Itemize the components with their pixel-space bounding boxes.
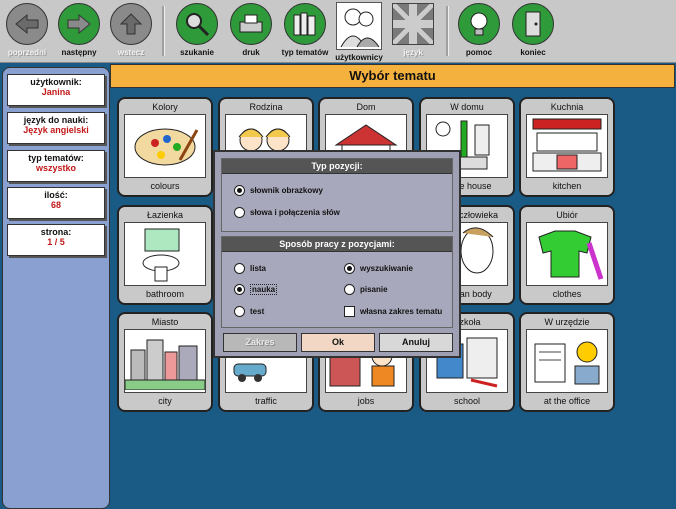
option-words[interactable]: słowa i połączenia słów bbox=[234, 207, 340, 218]
option-writing[interactable]: pisanie bbox=[344, 284, 388, 295]
radio-icon bbox=[234, 284, 245, 295]
arrow-up-icon bbox=[110, 3, 152, 45]
radio-icon bbox=[344, 284, 355, 295]
city-picture bbox=[124, 329, 206, 393]
range-button[interactable]: Zakres bbox=[223, 333, 297, 352]
count-info: ilość: 68 bbox=[7, 187, 105, 219]
page-info: strona: 1 / 5 bbox=[7, 224, 105, 256]
radio-icon bbox=[344, 263, 355, 274]
sidebar: użytkownik: Janina język do nauki: Język… bbox=[0, 63, 110, 509]
option-own-range[interactable]: własna zakres tematu bbox=[344, 306, 442, 317]
option-learn[interactable]: nauka bbox=[234, 284, 278, 295]
cancel-button[interactable]: Anuluj bbox=[379, 333, 453, 352]
prev-button[interactable]: poprzedni bbox=[2, 2, 52, 60]
flag-icon bbox=[391, 2, 435, 46]
radio-icon bbox=[234, 263, 245, 274]
topic-tile-colours[interactable]: Kolory colours bbox=[117, 97, 213, 197]
users-button[interactable]: użytkownicy bbox=[334, 2, 384, 62]
books-icon bbox=[284, 3, 326, 45]
office-picture bbox=[526, 329, 608, 393]
topic-type-info: typ tematów: wszystko bbox=[7, 150, 105, 182]
item-type-section: Typ pozycji: słownik obrazkowy słowa i p… bbox=[221, 158, 453, 232]
language-info: język do nauki: Język angielski bbox=[7, 112, 105, 144]
ok-button[interactable]: Ok bbox=[301, 333, 375, 352]
clothes-picture bbox=[526, 222, 608, 286]
topic-tile-bathroom[interactable]: Łazienka bathroom bbox=[117, 205, 213, 305]
topic-tile-clothes[interactable]: Ubiór clothes bbox=[519, 205, 615, 305]
option-search[interactable]: wyszukiwanie bbox=[344, 263, 413, 274]
exit-button[interactable]: koniec bbox=[508, 2, 558, 60]
work-mode-section: Sposób pracy z pozycjami: lista wyszukiw… bbox=[221, 236, 453, 328]
users-icon bbox=[336, 2, 382, 50]
print-button[interactable]: druk bbox=[226, 2, 276, 60]
option-picture-dictionary[interactable]: słownik obrazkowy bbox=[234, 185, 323, 196]
arrow-left-icon bbox=[6, 3, 48, 45]
arrow-right-icon bbox=[58, 3, 100, 45]
option-list[interactable]: lista bbox=[234, 263, 266, 274]
option-test[interactable]: test bbox=[234, 306, 264, 317]
up-button[interactable]: wstecz bbox=[106, 2, 156, 60]
topic-tile-kitchen[interactable]: Kuchnia kitchen bbox=[519, 97, 615, 197]
next-button[interactable]: następny bbox=[54, 2, 104, 60]
work-mode-dialog: Typ pozycji: słownik obrazkowy słowa i p… bbox=[213, 150, 461, 358]
topic-tile-at-the-office[interactable]: W urzędzie at the office bbox=[519, 312, 615, 412]
topic-tile-city[interactable]: Miasto city bbox=[117, 312, 213, 412]
palette-picture bbox=[124, 114, 206, 178]
door-icon bbox=[512, 3, 554, 45]
radio-icon bbox=[234, 306, 245, 317]
language-button[interactable]: język bbox=[388, 2, 438, 60]
toolbar: poprzedni następny wstecz szukanie druk … bbox=[0, 0, 676, 63]
radio-icon bbox=[234, 185, 245, 196]
lightbulb-icon bbox=[458, 3, 500, 45]
topic-type-button[interactable]: typ tematów bbox=[280, 2, 330, 60]
checkbox-icon bbox=[344, 306, 355, 317]
sidebar-panel: użytkownik: Janina język do nauki: Język… bbox=[2, 67, 110, 509]
user-info: użytkownik: Janina bbox=[7, 74, 105, 106]
magnifier-icon bbox=[176, 3, 218, 45]
radio-icon bbox=[234, 207, 245, 218]
printer-icon bbox=[230, 3, 272, 45]
search-button[interactable]: szukanie bbox=[172, 2, 222, 60]
bathroom-picture bbox=[124, 222, 206, 286]
help-button[interactable]: pomoc bbox=[454, 2, 504, 60]
kitchen-picture bbox=[526, 114, 608, 178]
page-title: Wybór tematu bbox=[110, 64, 675, 88]
